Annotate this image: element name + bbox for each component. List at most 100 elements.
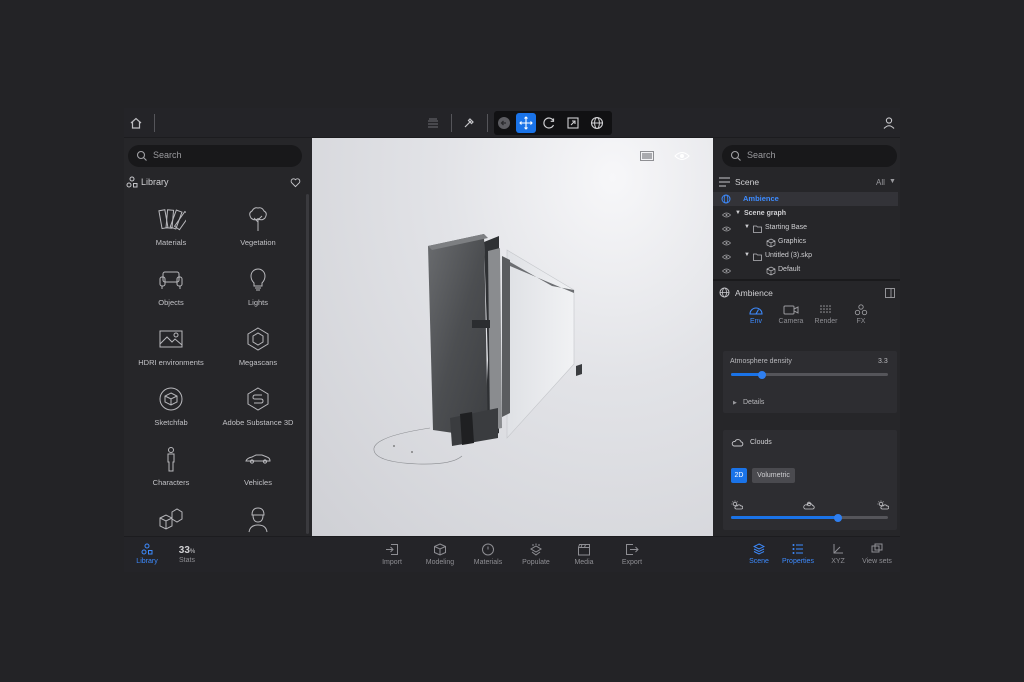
favorites-heart-icon[interactable] <box>290 177 301 188</box>
materials-button[interactable]: Materials <box>468 543 508 566</box>
layers-stack-icon <box>753 543 765 555</box>
layers-icon[interactable] <box>425 115 441 131</box>
tree-item-label: Default <box>778 266 801 273</box>
stats-label: Stats <box>179 557 195 564</box>
fx-icon <box>854 304 868 316</box>
clapperboard-icon <box>578 544 590 556</box>
library-item-vehicles[interactable]: Vehicles <box>215 444 301 500</box>
sketchfab-icon <box>159 387 183 411</box>
properties-icon <box>792 544 803 554</box>
library-item-vegetation[interactable]: Vegetation <box>215 204 301 260</box>
view-sets-button[interactable]: View sets <box>857 543 897 565</box>
rotate-icon[interactable] <box>541 115 557 131</box>
cloud-sun-icon <box>803 501 815 510</box>
eye-icon[interactable] <box>722 212 731 218</box>
tree-item-label: Untitled (3).skp <box>765 252 813 259</box>
tree-icon <box>249 207 267 231</box>
details-toggle[interactable]: Details <box>743 399 764 406</box>
media-button[interactable]: Media <box>564 543 604 566</box>
globe-icon <box>719 287 730 298</box>
tab-fx[interactable]: FX <box>844 304 878 325</box>
library-item-boxes[interactable] <box>128 504 214 536</box>
library-item-hdri[interactable]: HDRI environments <box>128 324 214 380</box>
atmosphere-value: 3.3 <box>878 358 888 365</box>
scene-render <box>373 234 582 465</box>
library-item-objects[interactable]: Objects <box>128 264 214 320</box>
tab-camera[interactable]: Camera <box>774 305 808 325</box>
menu-icon[interactable] <box>719 177 730 187</box>
library-scrollbar[interactable] <box>306 194 309 534</box>
media-label: Media <box>574 559 594 566</box>
export-button[interactable]: Export <box>612 543 652 566</box>
tab-env[interactable]: Env <box>739 307 773 325</box>
tree-item-graphics[interactable]: Graphics <box>713 236 898 250</box>
frame-icon[interactable] <box>640 151 654 161</box>
xyz-button[interactable]: XYZ <box>818 543 858 565</box>
eye-icon[interactable] <box>722 226 731 232</box>
move-tool-button[interactable] <box>516 113 536 133</box>
clouds-volumetric-button[interactable]: Volumetric <box>752 468 795 483</box>
chevron-down-icon[interactable]: ▼ <box>889 178 896 185</box>
library-item-label: Adobe Substance 3D <box>222 418 294 427</box>
export-icon <box>626 544 639 555</box>
properties-button[interactable]: Properties <box>778 543 818 565</box>
panel-toggle-icon[interactable] <box>885 288 895 298</box>
divider <box>487 114 488 132</box>
scene-search-input[interactable]: Search <box>722 145 897 167</box>
modeling-button[interactable]: Modeling <box>420 543 460 566</box>
globe-icon[interactable] <box>589 115 605 131</box>
eye-icon[interactable] <box>722 254 731 260</box>
tree-item-label: Ambience <box>743 194 779 203</box>
tree-item-label: Graphics <box>778 238 807 245</box>
modeling-label: Modeling <box>425 559 455 566</box>
expand-arrow-icon[interactable]: ▼ <box>744 224 750 230</box>
tab-render[interactable]: Render <box>809 305 843 325</box>
back-icon[interactable] <box>496 115 512 131</box>
user-icon[interactable] <box>881 115 897 131</box>
library-item-characters[interactable]: Characters <box>128 444 214 500</box>
library-item-worker[interactable] <box>215 504 301 536</box>
scene-filter-select[interactable]: All <box>876 178 885 187</box>
library-item-megascans[interactable]: Megascans <box>215 324 301 380</box>
3d-viewport[interactable] <box>312 138 713 536</box>
library-item-lights[interactable]: Lights <box>215 264 301 320</box>
tree-item-ambience[interactable]: Ambience <box>713 192 898 206</box>
eye-icon[interactable] <box>722 240 731 246</box>
tree-item-untitled-skp[interactable]: ▼ Untitled (3).skp <box>713 250 898 264</box>
eye-icon[interactable] <box>674 151 690 161</box>
library-item-substance[interactable]: Adobe Substance 3D <box>215 384 301 440</box>
scene-button[interactable]: Scene <box>739 543 779 565</box>
axes-icon <box>833 544 843 554</box>
import-button[interactable]: Import <box>372 543 412 566</box>
populate-label: Populate <box>522 559 550 566</box>
populate-button[interactable]: Populate <box>516 543 556 566</box>
picker-icon[interactable] <box>461 115 477 131</box>
eye-icon[interactable] <box>722 268 731 274</box>
tree-item-label: Starting Base <box>765 224 808 231</box>
import-icon <box>386 544 398 555</box>
clouds-slider-handle[interactable] <box>834 513 842 522</box>
library-panel: Search Library Materials Vegetation Obje… <box>124 138 312 536</box>
expand-arrow-icon[interactable]: ▶ <box>733 400 737 406</box>
bottom-bar: Library 33% Stats Import Modeling Materi… <box>124 536 900 572</box>
populate-icon <box>530 543 542 556</box>
scale-icon[interactable] <box>565 115 581 131</box>
boxes-icon <box>159 508 183 530</box>
library-search-input[interactable]: Search <box>128 145 302 167</box>
library-button[interactable]: Library <box>127 543 167 565</box>
atmosphere-slider-handle[interactable] <box>758 370 766 379</box>
hdri-icon <box>159 330 183 348</box>
stats-button[interactable]: 33% Stats <box>167 545 207 564</box>
expand-arrow-icon[interactable]: ▼ <box>744 252 750 258</box>
library-item-sketchfab[interactable]: Sketchfab <box>128 384 214 440</box>
library-item-materials[interactable]: Materials <box>128 204 214 260</box>
tree-item-scene-graph[interactable]: ▼ Scene graph <box>713 208 898 222</box>
expand-arrow-icon[interactable]: ▼ <box>735 210 741 216</box>
home-icon[interactable] <box>128 115 144 131</box>
library-item-label: Sketchfab <box>154 418 188 427</box>
material-ball-icon <box>482 543 494 556</box>
tree-item-starting-base[interactable]: ▼ Starting Base <box>713 222 898 236</box>
atmosphere-label: Atmosphere density <box>730 358 792 365</box>
tree-item-default[interactable]: Default <box>713 264 898 278</box>
clouds-2d-button[interactable]: 2D <box>731 468 747 483</box>
